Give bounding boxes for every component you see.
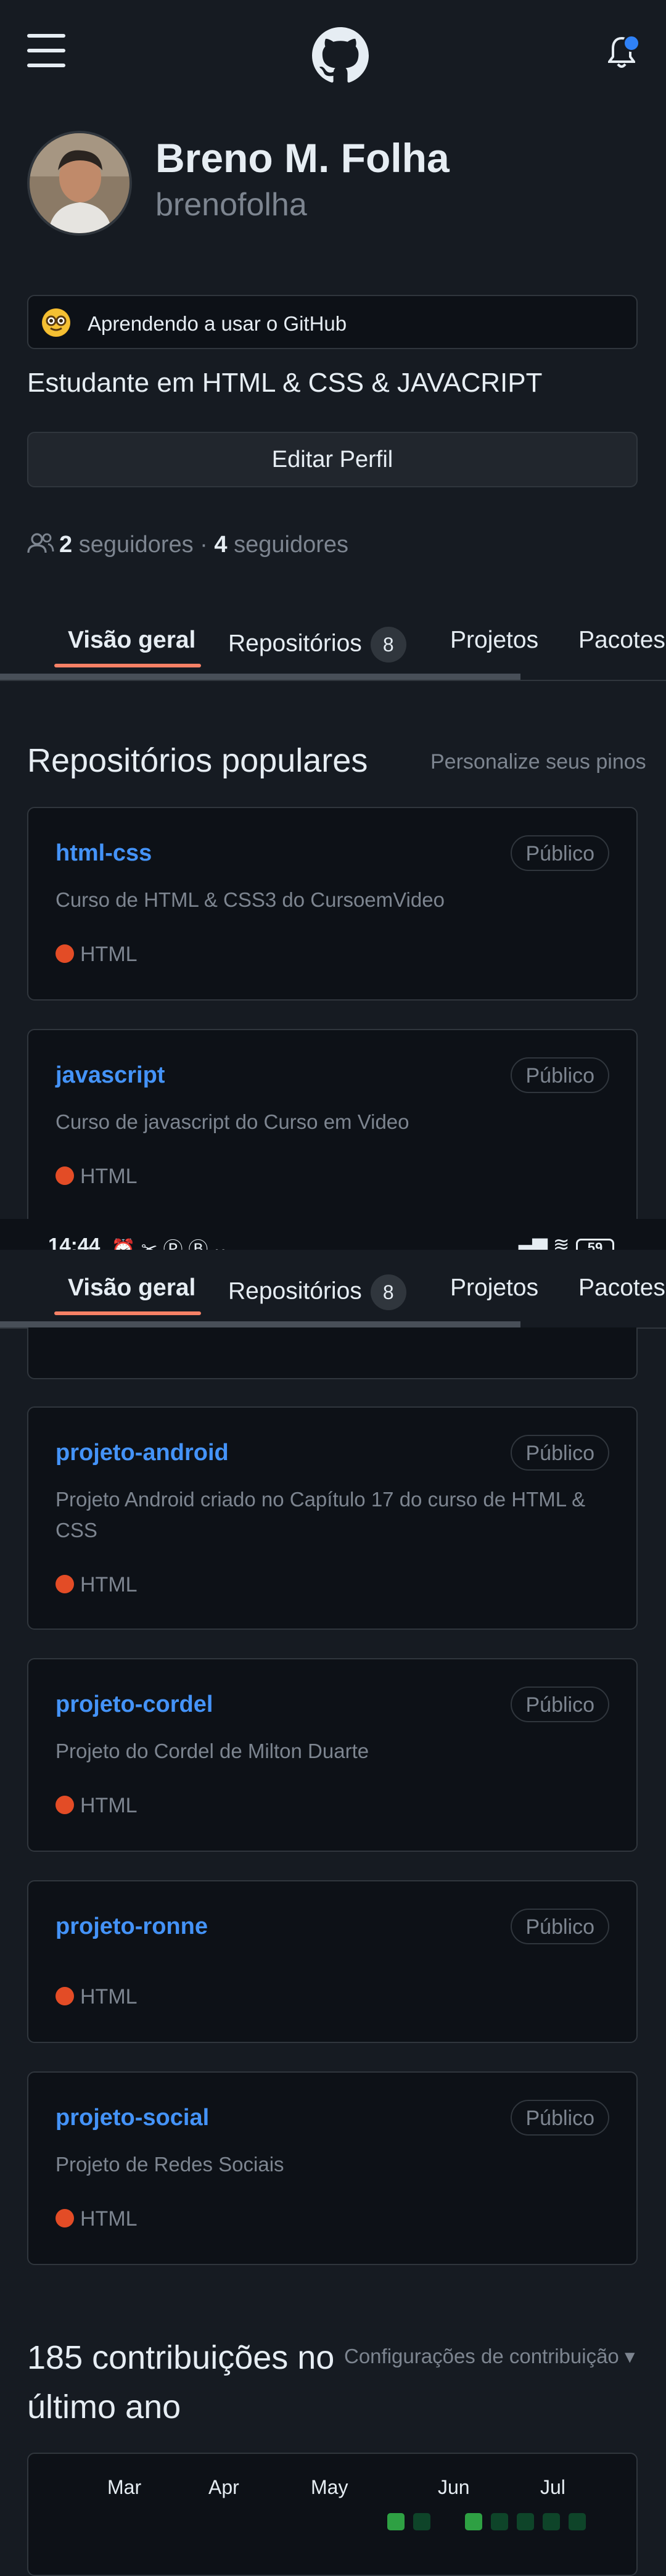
language-label: HTML	[80, 1985, 138, 2008]
language-color-dot	[56, 1796, 74, 1815]
contribution-cell[interactable]	[491, 2513, 508, 2530]
tab-projects[interactable]: Projetos	[450, 627, 538, 654]
tabs-scrollbar[interactable]	[0, 1321, 520, 1327]
language-color-dot	[56, 1987, 74, 2006]
repo-card[interactable]: projeto-ronne Público HTML	[27, 1880, 638, 2043]
profile-bio: Estudante em HTML & CSS & JAVACRIPT	[27, 368, 543, 398]
tabs-divider	[0, 680, 666, 681]
repo-description: Projeto do Cordel de Milton Duarte	[56, 1740, 369, 1762]
repo-card[interactable]: javascript Público Curso de javascript d…	[27, 1029, 638, 1232]
following-label: seguidores	[234, 532, 348, 558]
visibility-badge: Público	[511, 1057, 609, 1093]
tab-packages[interactable]: Pacotes	[578, 627, 665, 654]
language-label: HTML	[80, 943, 138, 966]
language-color-dot	[56, 2209, 74, 2228]
profile-login: brenofolha	[155, 187, 307, 223]
repo-name-link[interactable]: projeto-ronne	[56, 1913, 208, 1940]
tab-repositories[interactable]: Repositórios 8	[228, 627, 406, 663]
contribution-settings-dropdown[interactable]: Configurações de contribuição ▾	[344, 2344, 635, 2368]
visibility-badge: Público	[511, 1435, 609, 1471]
repo-language: HTML	[56, 2207, 138, 2231]
contribution-cell[interactable]	[465, 2513, 482, 2530]
contribution-cell[interactable]	[543, 2513, 560, 2530]
repo-description: Curso de HTML & CSS3 do CursoemVideo	[56, 888, 445, 911]
status-text: Aprendendo a usar o GitHub	[88, 312, 347, 335]
tab-repositories[interactable]: Repositórios 8	[228, 1274, 406, 1310]
separator: ·	[200, 532, 208, 558]
people-icon	[27, 532, 54, 560]
visibility-badge: Público	[511, 2100, 609, 2136]
nerd-face-emoji-icon	[42, 308, 70, 337]
repo-name-link[interactable]: projeto-social	[56, 2105, 209, 2131]
tab-repositories-label: Repositórios	[228, 630, 362, 657]
repo-card[interactable]: html-css Público Curso de HTML & CSS3 do…	[27, 807, 638, 1001]
tab-overview[interactable]: Visão geral	[68, 627, 195, 654]
following-count: 4	[214, 532, 228, 558]
repositories-count-badge: 8	[370, 627, 406, 663]
repo-card-remnant	[27, 1327, 638, 1379]
popular-repos-title: Repositórios populares	[27, 742, 368, 779]
month-label: Jul	[540, 2476, 565, 2498]
language-label: HTML	[80, 1794, 138, 1817]
repo-name-link[interactable]: projeto-android	[56, 1440, 229, 1466]
repo-name-link[interactable]: projeto-cordel	[56, 1691, 213, 1718]
profile-name: Breno M. Folha	[155, 135, 450, 181]
edit-profile-button[interactable]: Editar Perfil	[27, 432, 638, 487]
repo-language: HTML	[56, 1165, 138, 1189]
repo-name-link[interactable]: javascript	[56, 1062, 165, 1089]
visibility-badge: Público	[511, 835, 609, 871]
contribution-cell[interactable]	[569, 2513, 586, 2530]
status-message[interactable]: Aprendendo a usar o GitHub	[27, 295, 638, 349]
tab-repositories-label: Repositórios	[228, 1278, 362, 1305]
language-label: HTML	[80, 2207, 138, 2231]
language-color-dot	[56, 1575, 74, 1594]
github-logo-icon[interactable]	[312, 27, 369, 84]
contribution-graph: Mar Apr May Jun Jul	[27, 2453, 638, 2576]
followers-count: 2	[59, 532, 73, 558]
month-label: Apr	[208, 2476, 239, 2498]
repo-language: HTML	[56, 1573, 138, 1597]
visibility-badge: Público	[511, 1686, 609, 1722]
month-label: Jun	[438, 2476, 470, 2498]
month-label: May	[311, 2476, 348, 2498]
repo-card[interactable]: projeto-cordel Público Projeto do Cordel…	[27, 1658, 638, 1852]
active-tab-indicator	[54, 664, 201, 667]
customize-pins-link[interactable]: Personalize seus pinos	[430, 750, 646, 774]
profile-tabs: Visão geral Repositórios 8 Projetos Pacot…	[0, 602, 666, 681]
language-color-dot	[56, 1166, 74, 1186]
followers-line[interactable]: 2 seguidores · 4 seguidores	[27, 532, 348, 560]
tab-overview[interactable]: Visão geral	[68, 1274, 195, 1302]
repo-description: Curso de javascript do Curso em Video	[56, 1110, 409, 1133]
tab-projects[interactable]: Projetos	[450, 1274, 538, 1302]
language-label: HTML	[80, 1165, 138, 1188]
active-tab-indicator	[54, 1311, 201, 1315]
repo-language: HTML	[56, 1794, 138, 1818]
visibility-badge: Público	[511, 1909, 609, 1944]
followers-label: seguidores	[78, 532, 194, 558]
repo-card[interactable]: projeto-android Público Projeto Android …	[27, 1406, 638, 1630]
repo-language: HTML	[56, 943, 138, 967]
repositories-count-badge: 8	[370, 1274, 406, 1310]
repo-description: Projeto Android criado no Capítulo 17 do…	[56, 1488, 586, 1542]
contributions-title: 185 contribuições no último ano	[27, 2339, 335, 2425]
repo-description: Projeto de Redes Sociais	[56, 2153, 284, 2176]
repo-card[interactable]: projeto-social Público Projeto de Redes …	[27, 2071, 638, 2265]
repo-name-link[interactable]: html-css	[56, 840, 152, 867]
month-label: Mar	[107, 2476, 142, 2498]
language-color-dot	[56, 944, 74, 964]
language-label: HTML	[80, 1573, 138, 1596]
tabs-scrollbar[interactable]	[0, 674, 520, 680]
contribution-cell[interactable]	[387, 2513, 405, 2530]
avatar[interactable]	[27, 131, 132, 236]
top-bar	[0, 0, 666, 105]
contribution-cell[interactable]	[413, 2513, 430, 2530]
contribution-cell[interactable]	[517, 2513, 534, 2530]
profile-tabs-sticky: Visão geral Repositórios 8 Projetos Pacot…	[0, 1250, 666, 1329]
notification-indicator	[623, 35, 640, 52]
tab-packages[interactable]: Pacotes	[578, 1274, 665, 1302]
menu-icon[interactable]	[27, 34, 65, 67]
repo-language: HTML	[56, 1985, 138, 2009]
